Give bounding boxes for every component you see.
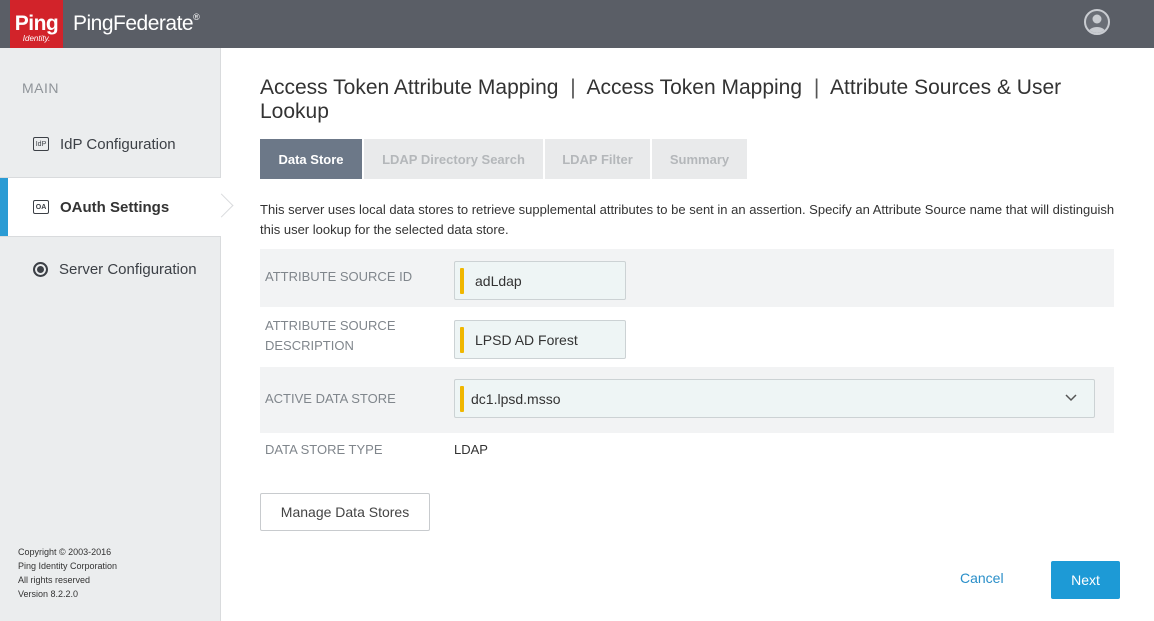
registered-mark: ® (193, 12, 200, 22)
rights-line: All rights reserved (18, 575, 91, 585)
company-line: Ping Identity Corporation (18, 561, 118, 571)
active-data-store-label: ACTIVE DATA STORE (265, 391, 396, 406)
server-icon (33, 261, 48, 277)
intro-text: This server uses local data stores to re… (260, 202, 1115, 237)
breadcrumb-separator: | (570, 76, 576, 99)
description-label-line-1: ATTRIBUTE SOURCE (265, 318, 396, 333)
sidebar-item-label: OAuth Settings (60, 198, 170, 216)
ping-logo[interactable]: Ping Identity. (10, 0, 63, 52)
copyright-block: Copyright © 2003-2016 Ping Identity Corp… (18, 545, 117, 601)
data-store-type-row: DATA STORE TYPE LDAP (260, 433, 1114, 469)
top-bar: Ping Identity. PingFederate® (0, 0, 1154, 52)
breadcrumb-part-2: Access Token Mapping (586, 76, 803, 99)
cancel-button[interactable]: Cancel (960, 570, 1004, 586)
data-store-type-label: DATA STORE TYPE (265, 442, 383, 457)
tab-summary[interactable]: Summary (652, 139, 747, 179)
sidebar-item-oauth-settings[interactable]: OA OAuth Settings (0, 177, 221, 237)
sidebar-item-server-configuration[interactable]: Server Configuration (0, 239, 221, 299)
sidebar-heading: MAIN (22, 80, 59, 96)
sidebar: MAIN IdP IdP Configuration OA OAuth Sett… (0, 48, 221, 621)
tab-ldap-filter[interactable]: LDAP Filter (545, 139, 650, 179)
sidebar-item-label: IdP Configuration (60, 135, 176, 153)
attribute-source-id-value: adLdap (475, 272, 522, 289)
sidebar-item-idp-configuration[interactable]: IdP IdP Configuration (0, 114, 221, 174)
oauth-icon: OA (33, 200, 49, 214)
attribute-source-description-row: ATTRIBUTE SOURCE DESCRIPTION LPSD AD For… (260, 307, 1114, 367)
product-name-text: PingFederate (73, 12, 194, 35)
copyright-line: Copyright © 2003-2016 (18, 547, 112, 557)
manage-data-stores-button[interactable]: Manage Data Stores (260, 493, 430, 531)
chevron-down-icon (1065, 394, 1077, 402)
version-line: Version 8.2.2.0 (18, 589, 79, 599)
attribute-source-description-input[interactable]: LPSD AD Forest (454, 320, 626, 359)
idp-icon: IdP (33, 137, 49, 151)
data-store-type-value: LDAP (454, 442, 488, 457)
description-label-line-2: DESCRIPTION (265, 338, 354, 353)
tab-ldap-directory-search[interactable]: LDAP Directory Search (364, 139, 543, 179)
tab-data-store[interactable]: Data Store (260, 139, 362, 179)
product-name: PingFederate® (73, 12, 200, 36)
attribute-source-description-label: ATTRIBUTE SOURCE DESCRIPTION (265, 316, 396, 356)
active-data-store-select[interactable]: dc1.lpsd.msso (454, 379, 1095, 418)
sidebar-item-label: Server Configuration (59, 260, 197, 278)
attribute-source-id-row: ATTRIBUTE SOURCE ID adLdap (260, 249, 1114, 307)
attribute-source-description-value: LPSD AD Forest (475, 331, 578, 348)
logo-subtext: Identity. (22, 34, 51, 43)
breadcrumb-part-1: Access Token Attribute Mapping (260, 76, 559, 99)
breadcrumb-separator: | (813, 76, 820, 99)
next-button[interactable]: Next (1051, 561, 1120, 599)
attribute-source-id-label: ATTRIBUTE SOURCE ID (265, 269, 413, 284)
active-data-store-value: dc1.lpsd.msso (471, 390, 561, 407)
logo-text: Ping (14, 12, 59, 35)
page-title: Access Token Attribute Mapping | Access … (260, 76, 1120, 124)
user-silhouette-icon (1088, 14, 1106, 33)
user-avatar-icon[interactable] (1084, 9, 1110, 35)
wizard-tabs: Data Store LDAP Directory Search LDAP Fi… (260, 139, 749, 179)
attribute-source-id-input[interactable]: adLdap (454, 261, 626, 300)
active-data-store-row: ACTIVE DATA STORE dc1.lpsd.msso (260, 367, 1114, 433)
